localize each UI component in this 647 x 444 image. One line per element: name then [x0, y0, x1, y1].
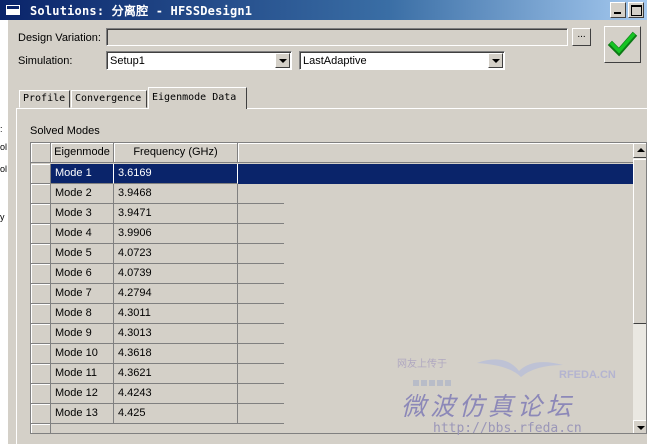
table-cell-eigenmode[interactable]: Mode 5 [51, 244, 114, 264]
scroll-thumb[interactable] [633, 159, 646, 324]
row-header[interactable] [31, 244, 51, 264]
solution-pass-value: LastAdaptive [303, 55, 367, 67]
bg-text-fragment: : [0, 124, 3, 134]
row-header[interactable] [31, 324, 51, 344]
table-cell-empty [238, 324, 284, 344]
background-window-edge: : ol ol y [0, 20, 8, 444]
row-header[interactable] [31, 364, 51, 384]
table-cell-eigenmode[interactable]: Mode 4 [51, 224, 114, 244]
table-cell-frequency[interactable]: 4.425 [114, 404, 238, 424]
table-cell-empty [238, 244, 284, 264]
table-cell-eigenmode[interactable]: Mode 13 [51, 404, 114, 424]
table-cell-eigenmode[interactable]: Mode 12 [51, 384, 114, 404]
tab-eigenmode-data[interactable]: Eigenmode Data [148, 87, 247, 109]
table-cell-empty [238, 204, 284, 224]
table-cell-empty [238, 184, 284, 204]
checkmark-icon [607, 31, 638, 57]
table-cell-empty [238, 404, 284, 424]
maximize-button[interactable] [628, 2, 644, 18]
table-cell-eigenmode[interactable]: Mode 6 [51, 264, 114, 284]
column-header-frequency[interactable]: Frequency (GHz) [114, 143, 238, 163]
table-cell-frequency[interactable]: 4.3618 [114, 344, 238, 364]
table-cell-frequency[interactable]: 4.2794 [114, 284, 238, 304]
row-header[interactable] [31, 284, 51, 304]
design-variation-label: Design Variation: [18, 32, 101, 44]
table-cell-eigenmode[interactable]: Mode 10 [51, 344, 114, 364]
table-cell-empty [238, 264, 284, 284]
title-bar[interactable]: Solutions: 分离腔 - HFSSDesign1 [0, 0, 647, 20]
row-header[interactable] [31, 384, 51, 404]
table-cell-empty [238, 224, 284, 244]
bg-text-fragment: y [0, 212, 5, 222]
table-cell-eigenmode[interactable]: Mode 7 [51, 284, 114, 304]
minimize-button[interactable] [610, 2, 626, 18]
table-cell-frequency[interactable]: 3.6169 [114, 164, 238, 184]
browse-label: ... [577, 29, 586, 40]
solved-modes-label: Solved Modes [30, 125, 100, 137]
chevron-down-icon[interactable] [275, 53, 290, 68]
tab-convergence[interactable]: Convergence [71, 90, 147, 108]
table-cell-frequency[interactable]: 4.3621 [114, 364, 238, 384]
browse-variation-button[interactable]: ... [572, 28, 591, 46]
tab-convergence-label: Convergence [75, 93, 142, 104]
row-header[interactable] [31, 404, 51, 424]
solved-modes-table[interactable]: Eigenmode Frequency (GHz) Mode 1 3.6169 Mo… [30, 142, 647, 434]
row-header[interactable] [31, 164, 51, 184]
table-cell-empty [238, 284, 284, 304]
window-icon [5, 4, 21, 16]
tab-profile[interactable]: Profile [19, 90, 70, 108]
table-cell-eigenmode[interactable]: Mode 2 [51, 184, 114, 204]
table-cell-frequency[interactable]: 4.3011 [114, 304, 238, 324]
row-header[interactable] [31, 344, 51, 364]
table-row-selected[interactable]: Mode 1 3.6169 [51, 164, 633, 184]
vertical-scrollbar[interactable] [633, 143, 646, 433]
scroll-down-button[interactable] [633, 420, 646, 433]
table-cell-empty [238, 344, 284, 364]
table-cell-frequency[interactable]: 3.9471 [114, 204, 238, 224]
setup-select-value: Setup1 [110, 55, 145, 67]
table-cell-empty [238, 304, 284, 324]
table-cell-frequency[interactable]: 4.0739 [114, 264, 238, 284]
row-header[interactable] [31, 304, 51, 324]
design-variation-field[interactable] [106, 28, 568, 46]
column-header-eigenmode[interactable]: Eigenmode [51, 143, 114, 163]
table-cell-eigenmode[interactable]: Mode 1 [51, 164, 114, 184]
simulation-label: Simulation: [18, 55, 73, 67]
tab-eigenmode-data-label: Eigenmode Data [152, 92, 237, 103]
table-cell-frequency[interactable]: 3.9906 [114, 224, 238, 244]
solution-pass-select[interactable]: LastAdaptive [299, 51, 505, 70]
row-header[interactable] [31, 184, 51, 204]
table-cell-empty [238, 364, 284, 384]
column-header-empty [238, 143, 633, 163]
table-cell-eigenmode[interactable]: Mode 8 [51, 304, 114, 324]
ok-button[interactable] [604, 26, 641, 63]
row-header[interactable] [31, 224, 51, 244]
row-header[interactable] [31, 264, 51, 284]
table-cell-empty [238, 384, 284, 404]
corner-header [31, 143, 51, 163]
table-cell-frequency[interactable]: 4.0723 [114, 244, 238, 264]
table-cell-frequency[interactable]: 4.3013 [114, 324, 238, 344]
bg-text-fragment: ol [0, 142, 8, 152]
scroll-up-button[interactable] [633, 143, 646, 158]
chevron-down-icon[interactable] [488, 53, 503, 68]
row-header[interactable] [31, 204, 51, 224]
table-cell-eigenmode[interactable]: Mode 3 [51, 204, 114, 224]
window-title: Solutions: 分离腔 - HFSSDesign1 [30, 4, 253, 18]
setup-select[interactable]: Setup1 [106, 51, 292, 70]
row-header[interactable] [31, 424, 51, 433]
tab-profile-label: Profile [23, 93, 66, 104]
table-cell-eigenmode[interactable]: Mode 9 [51, 324, 114, 344]
table-cell-frequency[interactable]: 4.4243 [114, 384, 238, 404]
bg-text-fragment: ol [0, 164, 8, 174]
table-cell-eigenmode[interactable]: Mode 11 [51, 364, 114, 384]
table-cell-frequency[interactable]: 3.9468 [114, 184, 238, 204]
